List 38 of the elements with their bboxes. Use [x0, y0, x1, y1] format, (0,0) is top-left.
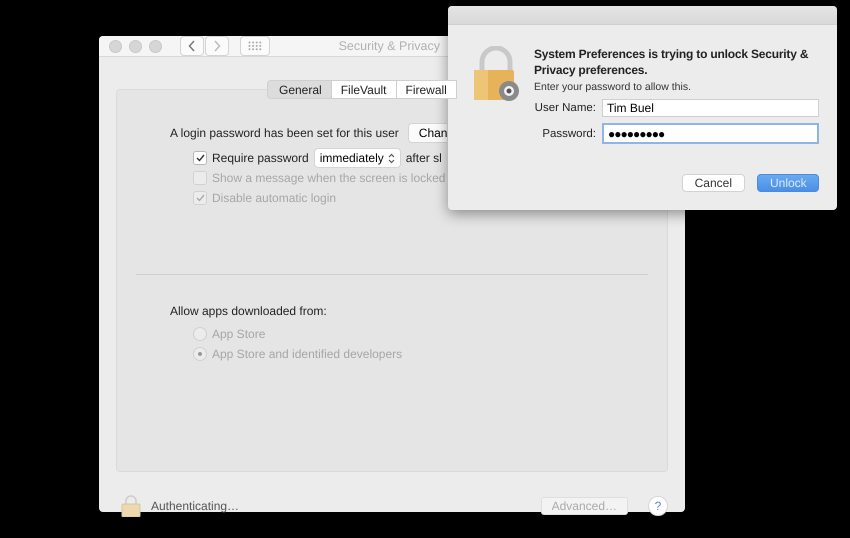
checkmark-icon: [196, 194, 204, 202]
after-sleep-text: after sl: [406, 151, 442, 165]
dialog-title: System Preferences is trying to unlock Security & Privacy preferences.: [534, 46, 810, 78]
window-title: Security & Privacy: [338, 39, 440, 53]
forward-button[interactable]: [205, 36, 229, 56]
login-password-text: A login password has been set for this user: [170, 126, 399, 140]
zoom-button[interactable]: [149, 40, 162, 52]
radio-label: App Store: [212, 327, 266, 341]
tab[interactable]: Firewall: [396, 80, 457, 99]
checkmark-icon: [196, 154, 204, 162]
checkbox[interactable]: [193, 151, 207, 165]
allow-apps-heading: Allow apps downloaded from:: [170, 304, 327, 318]
dialog-message: Enter your password to allow this.: [534, 81, 692, 93]
require-password-label: Require password: [212, 151, 309, 165]
show-all-button[interactable]: [240, 36, 270, 56]
change-password-button[interactable]: Chan: [408, 123, 448, 143]
updown-icon: [388, 152, 395, 164]
checkbox-label: Disable automatic login: [212, 191, 336, 205]
chevron-right-icon: [213, 40, 221, 52]
radio-label: App Store and identified developers: [212, 347, 402, 361]
back-button[interactable]: [180, 36, 204, 56]
checkbox-label: Show a message when the screen is locked: [212, 171, 446, 185]
close-button[interactable]: [109, 40, 122, 52]
input-field[interactable]: ●●●●●●●●●: [602, 123, 819, 144]
help-button[interactable]: ?: [648, 496, 668, 516]
tab[interactable]: FileVault: [332, 80, 396, 99]
status-text: Authenticating…: [151, 499, 240, 513]
minimize-button[interactable]: [129, 40, 142, 52]
tab[interactable]: General: [267, 80, 332, 99]
delay-popup[interactable]: immediately: [314, 148, 401, 168]
field-label: Password:: [541, 128, 596, 140]
grid-icon: [248, 41, 262, 51]
lock-icon: [472, 46, 520, 102]
chevron-left-icon: [188, 40, 196, 52]
lock-icon[interactable]: [121, 495, 141, 517]
cancel-button[interactable]: Cancel: [682, 174, 745, 192]
field-label: User Name:: [534, 102, 596, 114]
input-field[interactable]: Tim Buel: [602, 99, 819, 117]
